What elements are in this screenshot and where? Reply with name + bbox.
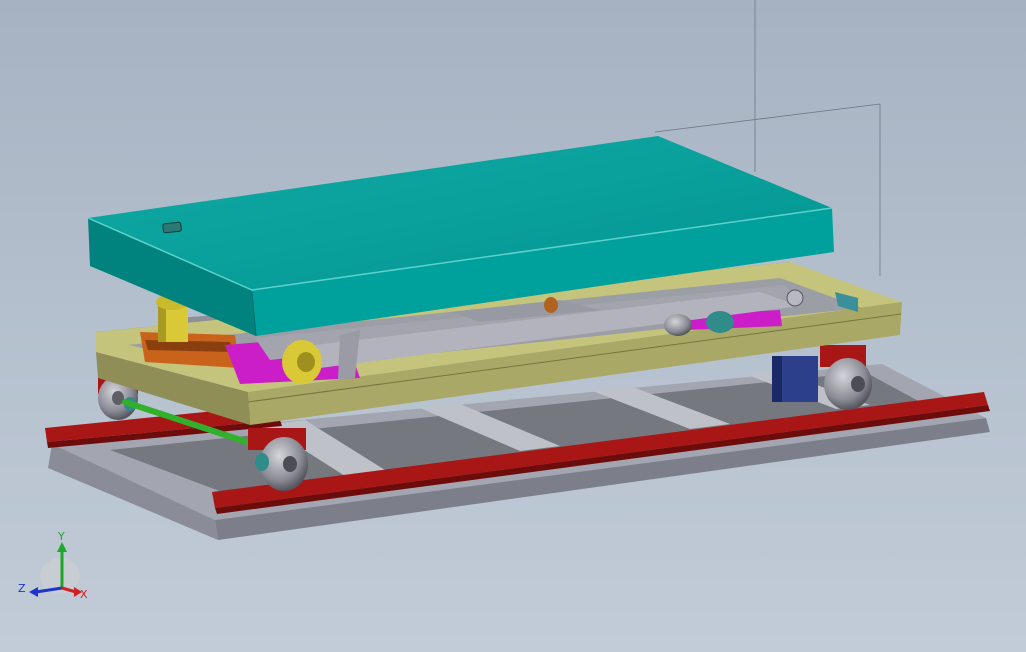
graphics-viewport[interactable]: Y Z X bbox=[0, 0, 1026, 652]
arm-pin-right[interactable] bbox=[786, 289, 804, 307]
coordinate-triad: Y Z X bbox=[18, 530, 88, 601]
motor-block[interactable] bbox=[772, 356, 818, 402]
z-axis-arrowhead bbox=[29, 587, 38, 597]
y-axis-label: Y bbox=[57, 530, 65, 543]
z-axis-label: Z bbox=[18, 582, 26, 595]
cylinder-mount[interactable] bbox=[140, 332, 240, 368]
model-scene[interactable] bbox=[0, 0, 1026, 652]
y-axis-arrowhead bbox=[57, 542, 67, 552]
center-pivot-pin[interactable] bbox=[544, 297, 558, 313]
x-axis-label: X bbox=[80, 588, 88, 601]
roller-left[interactable] bbox=[282, 340, 322, 384]
